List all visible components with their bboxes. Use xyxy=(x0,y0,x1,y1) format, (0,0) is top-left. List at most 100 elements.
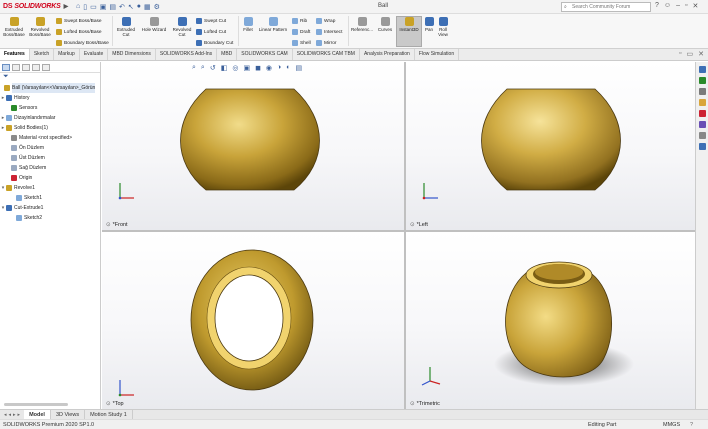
revolved-cut-button[interactable]: Revolved Cut xyxy=(170,17,194,37)
solidworks-resources-icon[interactable] xyxy=(699,66,706,73)
zoom-to-fit-icon[interactable]: ⌕ xyxy=(192,64,196,72)
viewport-trimetric[interactable]: ⊙ *Trimetric xyxy=(406,232,695,409)
viewport-top[interactable]: ⊙ *Top xyxy=(102,232,404,409)
display-manager-tab-icon[interactable] xyxy=(42,64,50,71)
status-unit-system[interactable]: MMGS xyxy=(663,420,680,429)
curves-button[interactable]: Curves xyxy=(376,17,394,32)
open-icon[interactable]: ▭ xyxy=(90,3,97,11)
tab-solidworks-add-ins[interactable]: SOLIDWORKS Add-Ins xyxy=(156,49,218,60)
tab-sketch[interactable]: Sketch xyxy=(30,49,55,60)
linear-pattern-button[interactable]: Linear Pattern xyxy=(257,17,289,32)
tab-features[interactable]: Features xyxy=(0,49,30,60)
next-tab-icon[interactable]: ▸ xyxy=(13,412,16,418)
view-settings-icon[interactable]: ▤ xyxy=(295,64,302,72)
dynamic-annotation-icon[interactable]: ◎ xyxy=(232,64,238,72)
display-style-icon[interactable]: ◼ xyxy=(255,64,261,72)
extruded-boss-button[interactable]: Extruded Boss/Base xyxy=(2,17,26,37)
tree-item[interactable]: ▾ Cut-Extrude1 xyxy=(0,203,100,213)
tab-mbd-dimensions[interactable]: MBD Dimensions xyxy=(108,49,156,60)
rib-button[interactable]: Rib xyxy=(292,18,307,24)
pin-icon[interactable]: ▫ xyxy=(679,50,681,58)
tab-model[interactable]: Model xyxy=(24,409,51,420)
hole-wizard-button[interactable]: Hole Wizard xyxy=(140,17,168,32)
tree-item[interactable]: Üst Düzlem xyxy=(0,153,100,163)
tree-item[interactable]: Sketch2 xyxy=(0,213,100,223)
swept-boss-button[interactable]: Swept Boss/Base xyxy=(56,18,102,24)
section-view-icon[interactable]: ◧ xyxy=(221,64,228,72)
print-icon[interactable]: ▤ xyxy=(109,3,116,11)
tree-item[interactable]: Sağ Düzlem xyxy=(0,163,100,173)
tab-mbd[interactable]: MBD xyxy=(217,49,238,60)
restore-window-icon[interactable]: ▭ xyxy=(687,50,694,58)
rebuild-icon[interactable]: ● xyxy=(137,3,141,11)
intersect-button[interactable]: Intersect xyxy=(316,29,342,35)
lofted-cut-button[interactable]: Lofted Cut xyxy=(196,29,226,35)
lofted-boss-button[interactable]: Lofted Boss/Base xyxy=(56,29,102,35)
wrap-button[interactable]: Wrap xyxy=(316,18,335,24)
tree-item[interactable]: Sensors xyxy=(0,103,100,113)
boundary-boss-button[interactable]: Boundary Boss/Base xyxy=(56,40,109,46)
reference-geometry-button[interactable]: Referenc... xyxy=(350,17,374,32)
solidworks-logo[interactable]: DS SOLIDWORKS ▶ xyxy=(3,3,68,10)
property-manager-tab-icon[interactable] xyxy=(12,64,20,71)
zoom-area-icon[interactable]: ⌕ xyxy=(201,64,205,72)
instant3d-button[interactable]: Instant3D xyxy=(396,17,422,32)
last-tab-icon[interactable]: ▸ xyxy=(18,412,21,418)
revolved-boss-button[interactable]: Revolved Boss/Base xyxy=(28,17,52,37)
scene-icon[interactable]: ◐ xyxy=(286,64,290,72)
viewport-splitter-horizontal[interactable] xyxy=(102,230,695,232)
tree-item[interactable]: Ball (Varsayılan<<Varsayılan>_Görün xyxy=(0,83,100,93)
view-palette-icon[interactable] xyxy=(699,110,706,117)
first-tab-icon[interactable]: ◂ xyxy=(4,412,7,418)
file-explorer-icon[interactable] xyxy=(699,99,706,106)
tree-item[interactable]: Ön Düzlem xyxy=(0,143,100,153)
tree-item[interactable]: ▸ Dizayinlandırmalar xyxy=(0,113,100,123)
feature-manager-tab-icon[interactable] xyxy=(2,64,10,71)
select-icon[interactable]: ↖ xyxy=(128,3,134,11)
tree-item[interactable]: ▾ Revolve1 xyxy=(0,183,100,193)
viewport-front[interactable]: ⊙ *Front xyxy=(102,62,404,230)
home-pane-icon[interactable] xyxy=(699,77,706,84)
status-help-icon[interactable]: ? xyxy=(690,420,693,429)
hide-show-items-icon[interactable]: ◉ xyxy=(266,64,272,72)
help-icon[interactable]: ? xyxy=(655,2,659,10)
tab-solidworks-cam[interactable]: SOLIDWORKS CAM xyxy=(237,49,293,60)
roll-view-button[interactable]: Roll View xyxy=(436,17,450,37)
tree-item[interactable]: Sketch1 xyxy=(0,193,100,203)
menu-arrow-icon[interactable]: ▶ xyxy=(64,3,69,10)
file-properties-icon[interactable]: ▦ xyxy=(144,3,151,11)
filter-icon[interactable]: ⏷ xyxy=(0,73,100,83)
panel-scrollbar[interactable] xyxy=(4,403,68,406)
draft-button[interactable]: Draft xyxy=(292,29,310,35)
appearances-icon[interactable] xyxy=(699,121,706,128)
tab-analysis-preparation[interactable]: Analysis Preparation xyxy=(360,49,415,60)
undo-icon[interactable]: ↶ xyxy=(119,3,125,11)
shell-button[interactable]: Shell xyxy=(292,40,311,46)
fillet-button[interactable]: Fillet xyxy=(240,17,256,32)
tree-item[interactable]: Material <not specified> xyxy=(0,133,100,143)
restore-icon[interactable]: ▫ xyxy=(685,2,687,10)
prev-tab-icon[interactable]: ◂ xyxy=(9,412,12,418)
swept-cut-button[interactable]: Swept Cut xyxy=(196,18,226,24)
search-community-input[interactable]: ⌕ Search Community Forum xyxy=(561,2,651,12)
tree-item[interactable]: ▸ History xyxy=(0,93,100,103)
view-orientation-icon[interactable]: ▣ xyxy=(243,64,250,72)
tree-item[interactable]: Origin xyxy=(0,173,100,183)
tab-solidworks-cam-tbm[interactable]: SOLIDWORKS CAM TBM xyxy=(293,49,360,60)
new-document-icon[interactable]: ▯ xyxy=(83,3,87,11)
options-icon[interactable]: ⚙ xyxy=(154,3,160,11)
previous-view-icon[interactable]: ↺ xyxy=(210,64,216,72)
configuration-manager-tab-icon[interactable] xyxy=(22,64,30,71)
design-library-icon[interactable] xyxy=(699,88,706,95)
tab-motion-study[interactable]: Motion Study 1 xyxy=(85,409,133,420)
mirror-button[interactable]: Mirror xyxy=(316,40,337,46)
forum-icon[interactable] xyxy=(699,143,706,150)
view-eye-icon[interactable]: ⊙ xyxy=(106,222,111,228)
tab-flow-simulation[interactable]: Flow Simulation xyxy=(415,49,460,60)
user-icon[interactable]: ☺ xyxy=(664,2,671,10)
tab-evaluate[interactable]: Evaluate xyxy=(80,49,109,60)
custom-properties-icon[interactable] xyxy=(699,132,706,139)
viewport-splitter-vertical[interactable] xyxy=(404,62,406,409)
close-icon[interactable]: ✕ xyxy=(692,2,698,10)
extruded-cut-button[interactable]: Extruded Cut xyxy=(114,17,138,37)
